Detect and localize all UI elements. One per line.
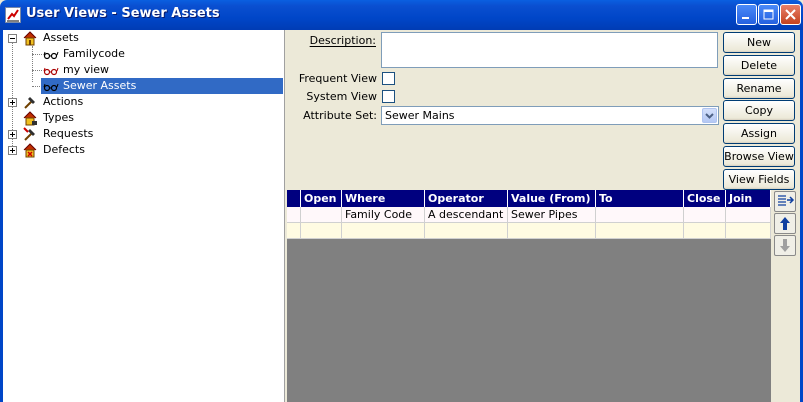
grid-header: Open Where Operator Value (From) To Clos…	[287, 190, 771, 207]
criteria-grid[interactable]: Open Where Operator Value (From) To Clos…	[287, 190, 771, 402]
move-down-button[interactable]	[774, 235, 796, 256]
house-icon	[22, 30, 38, 46]
view-fields-button[interactable]: View Fields	[723, 169, 795, 190]
browse-view-button[interactable]: Browse View	[723, 146, 795, 167]
row-selector-header	[287, 190, 301, 207]
cell-operator[interactable]: A descendant of	[425, 207, 508, 223]
tree-node-defects[interactable]: Defects	[3, 142, 283, 158]
new-button[interactable]: New	[723, 32, 795, 53]
house-icon	[22, 110, 38, 126]
arrow-down-icon	[775, 236, 795, 255]
chevron-down-icon[interactable]	[702, 108, 717, 123]
cell-where[interactable]	[342, 223, 425, 239]
description-label: Description:	[309, 34, 376, 47]
tree-node-my-view[interactable]: my view	[3, 62, 283, 78]
tree-node-actions[interactable]: Actions	[3, 94, 283, 110]
tree-node-assets[interactable]: Assets	[3, 30, 283, 46]
tree-node-label: Assets	[43, 31, 79, 44]
minimize-button[interactable]	[736, 4, 757, 25]
tree-node-label: Familycode	[63, 47, 125, 60]
house-icon	[22, 142, 38, 158]
cell-to[interactable]	[596, 223, 684, 239]
cell-to[interactable]	[596, 207, 684, 223]
cell-close[interactable]	[684, 223, 726, 239]
description-field[interactable]	[381, 32, 718, 68]
delete-button[interactable]: Delete	[723, 55, 795, 76]
column-header-where[interactable]: Where	[342, 190, 425, 207]
column-header-join[interactable]: Join	[726, 190, 771, 207]
app-icon	[5, 7, 21, 23]
attribute-set-value: Sewer Mains	[385, 109, 455, 122]
assign-button[interactable]: Assign	[723, 123, 795, 144]
cell-value-from[interactable]: Sewer Pipes	[508, 207, 596, 223]
tree-node-sewer-assets[interactable]: Sewer Assets	[3, 78, 283, 94]
system-view-checkbox[interactable]	[382, 90, 395, 103]
tree-node-requests[interactable]: Requests	[3, 126, 283, 142]
new-row[interactable]	[287, 223, 771, 239]
collapse-toggle[interactable]	[8, 34, 17, 43]
expand-toggle[interactable]	[8, 146, 17, 155]
attribute-set-dropdown[interactable]: Sewer Mains	[381, 106, 719, 125]
column-header-value-from[interactable]: Value (From)	[508, 190, 596, 207]
rename-button[interactable]: Rename	[723, 78, 795, 99]
table-row[interactable]: Family Code A descendant of Sewer Pipes	[287, 207, 771, 223]
tree-node-label: Actions	[43, 95, 84, 108]
copy-button[interactable]: Copy	[723, 100, 795, 121]
cell-operator[interactable]	[425, 223, 508, 239]
glasses-icon	[43, 62, 59, 78]
attribute-set-label: Attribute Set:	[303, 109, 377, 122]
arrow-up-icon	[775, 214, 795, 233]
tree-node-label: Types	[43, 111, 74, 124]
row-selector[interactable]	[287, 223, 301, 239]
cell-where[interactable]: Family Code	[342, 207, 425, 223]
tree-node-types[interactable]: Types	[3, 110, 283, 126]
title-bar[interactable]: User Views - Sewer Assets	[0, 0, 803, 30]
row-selector[interactable]	[287, 207, 301, 223]
column-header-operator[interactable]: Operator	[425, 190, 508, 207]
cell-join[interactable]	[726, 207, 771, 223]
insert-row-icon	[775, 192, 795, 211]
tree-node-label: Defects	[43, 143, 85, 156]
hammer-icon	[22, 126, 38, 142]
tree-node-label: Requests	[43, 127, 94, 140]
column-header-close[interactable]: Close	[684, 190, 726, 207]
expand-toggle[interactable]	[8, 130, 17, 139]
close-button[interactable]	[780, 4, 801, 25]
column-header-to[interactable]: To	[596, 190, 684, 207]
tree-node-label: Sewer Assets	[61, 78, 139, 94]
glasses-icon	[43, 46, 59, 62]
frequent-view-checkbox[interactable]	[382, 72, 395, 85]
column-header-open[interactable]: Open	[301, 190, 342, 207]
glasses-icon	[43, 78, 59, 94]
frequent-view-label: Frequent View	[298, 72, 377, 85]
window-title: User Views - Sewer Assets	[26, 6, 220, 21]
cell-value-from[interactable]	[508, 223, 596, 239]
cell-join[interactable]	[726, 223, 771, 239]
views-tree[interactable]: Assets Familycode my view Sewer Assets A…	[3, 30, 285, 402]
cell-open[interactable]	[301, 223, 342, 239]
tree-node-familycode[interactable]: Familycode	[3, 46, 283, 62]
hammer-icon	[22, 94, 38, 110]
expand-toggle[interactable]	[8, 98, 17, 107]
maximize-button[interactable]	[758, 4, 779, 25]
system-view-label: System View	[306, 90, 377, 103]
insert-row-button[interactable]	[774, 191, 796, 212]
move-up-button[interactable]	[774, 213, 796, 234]
cell-close[interactable]	[684, 207, 726, 223]
cell-open[interactable]	[301, 207, 342, 223]
tree-node-label: my view	[63, 63, 110, 76]
